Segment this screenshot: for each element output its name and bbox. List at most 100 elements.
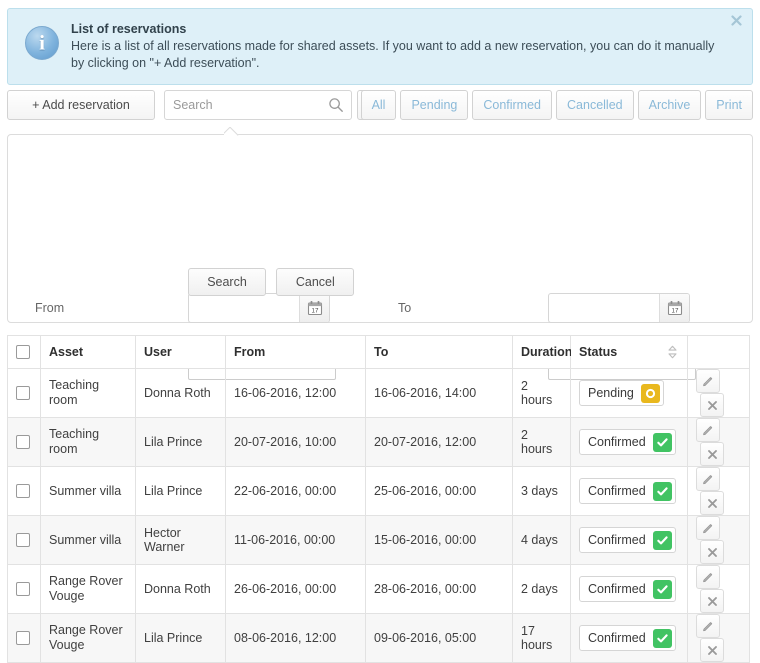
table-row[interactable]: Teaching room Donna Roth 16-06-2016, 12:00… — [7, 368, 750, 418]
close-icon[interactable] — [728, 14, 744, 30]
asset-name: Teaching room — [49, 427, 100, 456]
select-all-checkbox[interactable] — [16, 345, 30, 360]
notification-text: Here is a list of all reservations made … — [71, 39, 715, 70]
status-label: Confirmed — [588, 631, 646, 645]
status-badge[interactable]: Pending — [579, 380, 664, 406]
toolbar: + Add reservation AllPendingConfirmedCan… — [7, 90, 753, 124]
cell-user: Lila Prince — [135, 613, 226, 663]
cell-asset: Range Rover Vouge — [40, 613, 136, 663]
status-badge[interactable]: Confirmed — [579, 527, 676, 553]
print-button[interactable]: Print — [705, 90, 753, 120]
search-icon — [328, 97, 344, 113]
panel-caret — [224, 127, 239, 136]
cell-status: Confirmed — [570, 417, 688, 467]
column-header-from[interactable]: From — [225, 335, 366, 369]
column-header-status-label: Status — [579, 345, 618, 359]
row-checkbox[interactable] — [16, 386, 30, 401]
edit-button[interactable] — [696, 565, 720, 589]
status-badge[interactable]: Confirmed — [579, 429, 676, 455]
calendar-icon[interactable]: 17 — [299, 294, 329, 322]
asset-name: Range Rover Vouge — [49, 574, 123, 603]
delete-button[interactable] — [700, 589, 724, 613]
table-row[interactable]: Teaching room Lila Prince 20-07-2016, 10:0… — [7, 417, 750, 467]
table-row[interactable]: Summer villa Hector Warner 11-06-2016, 00:… — [7, 515, 750, 565]
cell-to: 09-06-2016, 05:00 — [365, 613, 513, 663]
delete-button[interactable] — [700, 393, 724, 417]
filter-archive-button[interactable]: Archive — [637, 90, 702, 120]
row-checkbox[interactable] — [16, 484, 30, 499]
edit-button[interactable] — [696, 369, 720, 393]
column-header-actions — [687, 335, 750, 369]
row-checkbox[interactable] — [16, 533, 30, 548]
info-notification: List of reservations Here is a list of a… — [7, 8, 753, 85]
cell-from: 11-06-2016, 00:00 — [225, 515, 366, 565]
cell-to: 20-07-2016, 12:00 — [365, 417, 513, 467]
cell-actions — [687, 368, 750, 418]
row-checkbox[interactable] — [16, 435, 30, 450]
row-select-cell — [7, 613, 41, 663]
filter-button-group: All Pending Confirmed Cancelled Archive Print — [360, 90, 753, 120]
delete-button[interactable] — [700, 638, 724, 662]
row-select-cell — [7, 368, 41, 418]
pencil-icon — [703, 524, 713, 534]
column-header-asset[interactable]: Asset — [40, 335, 136, 369]
reservations-table-wrap: Asset User From To Duration Status Teach… — [7, 335, 750, 663]
status-badge[interactable]: Confirmed — [579, 576, 676, 602]
cell-status: Pending — [570, 368, 688, 418]
delete-button[interactable] — [700, 540, 724, 564]
cell-user: Lila Prince — [135, 466, 226, 516]
search-input[interactable] — [165, 91, 317, 119]
add-reservation-button[interactable]: + Add reservation — [7, 90, 155, 120]
from-date-field[interactable]: 17 — [188, 293, 330, 323]
column-header-duration[interactable]: Duration — [512, 335, 572, 369]
calendar-icon[interactable]: 17 — [659, 294, 689, 322]
panel-search-button[interactable]: Search — [188, 268, 266, 296]
status-label: Pending — [588, 386, 634, 400]
table-row[interactable]: Summer villa Lila Prince 22-06-2016, 00:00… — [7, 466, 750, 516]
filter-all-button[interactable]: All — [360, 90, 397, 120]
cell-from: 22-06-2016, 00:00 — [225, 466, 366, 516]
row-checkbox[interactable] — [16, 582, 30, 597]
filter-pending-button[interactable]: Pending — [400, 90, 469, 120]
to-date-field[interactable]: 17 — [548, 293, 690, 323]
cell-from: 26-06-2016, 00:00 — [225, 564, 366, 614]
edit-button[interactable] — [696, 614, 720, 638]
status-label: Confirmed — [588, 582, 646, 596]
sort-arrows-icon[interactable] — [668, 345, 677, 359]
edit-button[interactable] — [696, 467, 720, 491]
cell-actions — [687, 564, 750, 614]
info-icon — [25, 26, 59, 60]
status-badge[interactable]: Confirmed — [579, 478, 676, 504]
column-header-user[interactable]: User — [135, 335, 226, 369]
filter-confirmed-button[interactable]: Confirmed — [472, 90, 553, 120]
search-box[interactable] — [164, 90, 352, 120]
cell-to: 15-06-2016, 00:00 — [365, 515, 513, 565]
status-confirmed-icon — [652, 432, 672, 452]
delete-button[interactable] — [700, 491, 724, 515]
panel-cancel-button[interactable]: Cancel — [276, 268, 355, 296]
delete-button[interactable] — [700, 442, 724, 466]
row-checkbox[interactable] — [16, 631, 30, 646]
status-label: Confirmed — [588, 484, 646, 498]
table-row[interactable]: Range Rover Vouge Donna Roth 26-06-2016, 0… — [7, 564, 750, 614]
cell-from: 16-06-2016, 12:00 — [225, 368, 366, 418]
asset-name: Teaching room — [49, 378, 100, 407]
notification-title: List of reservations — [71, 22, 187, 36]
select-all-header — [7, 335, 41, 369]
cell-user: Donna Roth — [135, 368, 226, 418]
table-row[interactable]: Range Rover Vouge Lila Prince 08-06-2016, … — [7, 613, 750, 663]
column-header-status[interactable]: Status — [570, 335, 688, 369]
cell-asset: Summer villa — [40, 466, 136, 516]
status-label: Confirmed — [588, 435, 646, 449]
edit-button[interactable] — [696, 516, 720, 540]
column-header-to[interactable]: To — [365, 335, 513, 369]
status-confirmed-icon — [652, 530, 672, 550]
cell-duration: 2 hours — [512, 417, 571, 467]
status-badge[interactable]: Confirmed — [579, 625, 676, 651]
edit-button[interactable] — [696, 418, 720, 442]
cell-to: 25-06-2016, 00:00 — [365, 466, 513, 516]
notification-body: List of reservations Here is a list of a… — [71, 19, 740, 72]
close-x-icon — [707, 400, 717, 410]
filter-cancelled-button[interactable]: Cancelled — [556, 90, 634, 120]
cell-status: Confirmed — [570, 564, 688, 614]
